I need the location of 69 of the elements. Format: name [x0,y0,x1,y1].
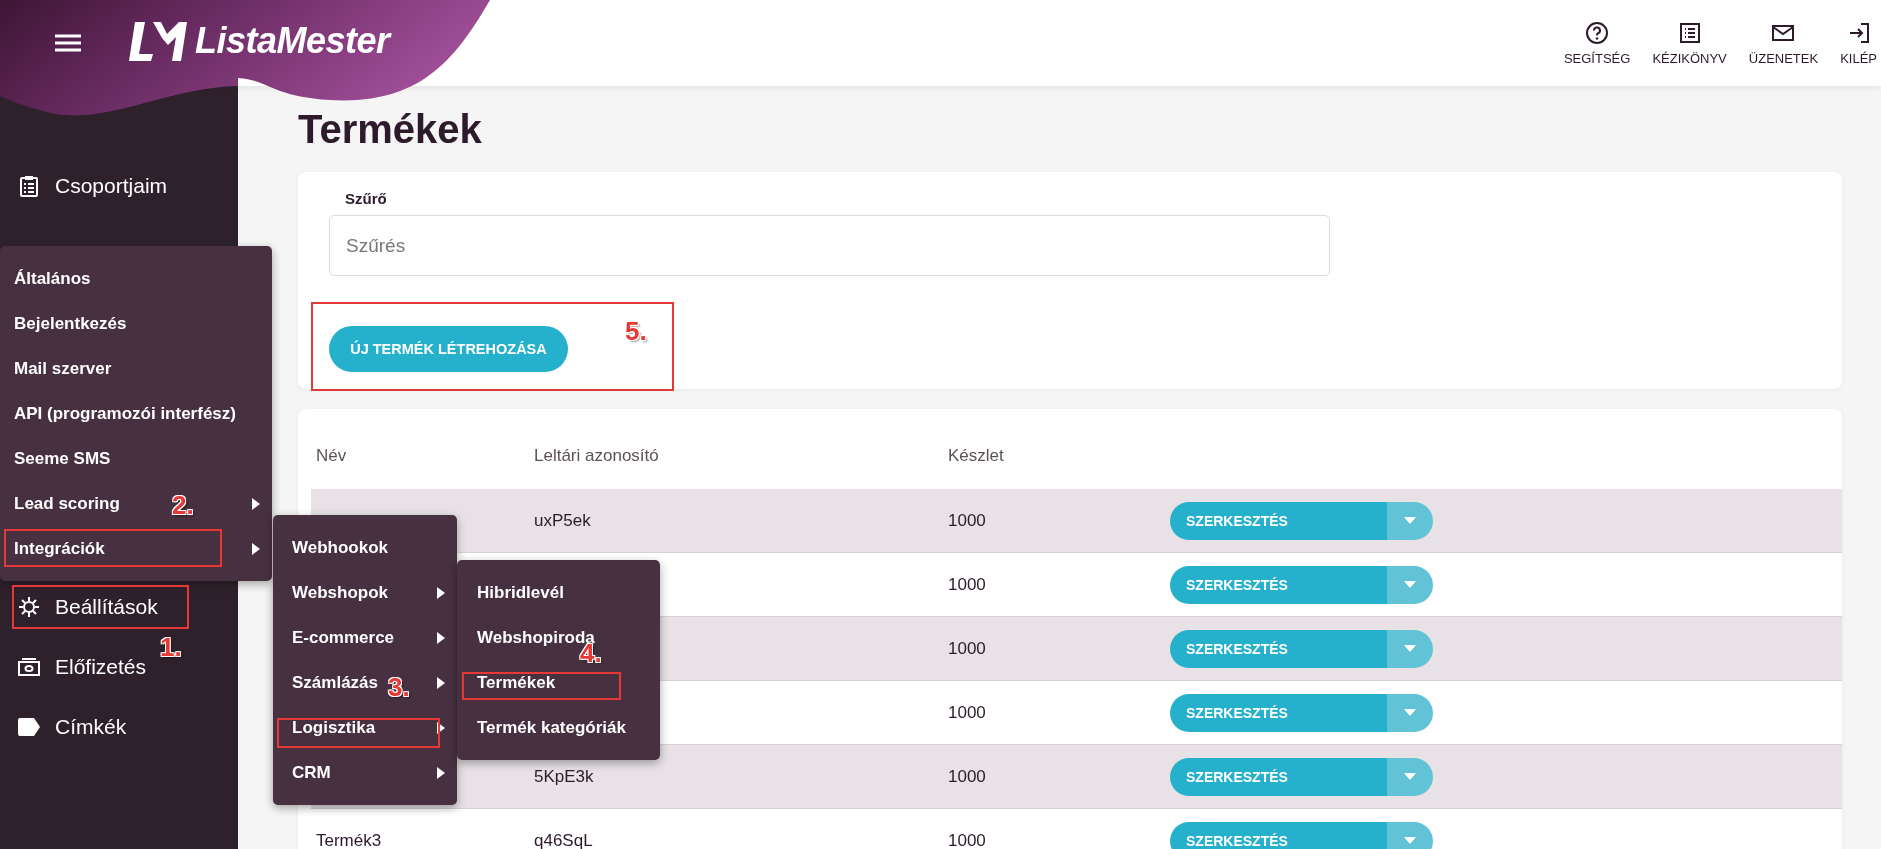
dropdown-button[interactable] [1387,629,1433,668]
dropdown-button[interactable] [1387,757,1433,796]
caret-icon [1404,837,1416,844]
table-cell-text: uxP5ek [533,510,591,530]
table-cell-text: 1000 [947,830,986,849]
menu-item[interactable]: Számlázás [292,672,378,693]
step-number: 2. [172,490,194,521]
dropdown-button[interactable] [1387,501,1433,540]
tag-icon [17,715,41,739]
table-cell-text: 1000 [947,510,986,530]
header-action[interactable]: KILÉP [1840,20,1877,66]
sidebar-item[interactable]: Beállítások [55,595,158,619]
table-cell-text: 1000 [947,766,986,786]
dropdown-button[interactable] [1387,565,1433,604]
caret-icon [1404,773,1416,780]
header-action[interactable]: KÉZIKÖNYV [1652,20,1727,66]
caret-icon [1404,517,1416,524]
menu-item[interactable]: Webshopok [292,582,389,603]
step-number: 1. [160,632,182,663]
header-action[interactable]: ÜZENETEK [1748,20,1819,66]
menu-item[interactable]: Hibridlevél [477,582,564,603]
action-label: ÜZENETEK [1748,50,1819,66]
table-cell-text: Termék3 [315,830,382,849]
dropdown-button[interactable] [1387,693,1433,732]
action-label: SEGÍTSÉG [1563,50,1631,66]
action-label: KÉZIKÖNYV [1652,50,1727,66]
help-icon [1585,20,1610,45]
action-label: KILÉP [1840,50,1877,66]
sidebar-item[interactable]: Csoportjaim [55,174,168,198]
menu-item[interactable]: API (programozói interfész) [14,403,236,424]
dropdown-button[interactable] [1387,821,1433,849]
menu-item[interactable]: Lead scoring [14,493,120,514]
banknote-icon [17,655,41,679]
step-number: 3. [388,672,410,703]
table-cell-text: 1000 [947,638,986,658]
step-number: 5. [625,316,647,347]
clipboard-icon [17,174,41,198]
table-cell-text: q46SqL [533,830,593,849]
menu-icon[interactable] [55,33,81,53]
menu-item[interactable]: Mail szerver [14,358,112,379]
list-icon [1677,20,1702,45]
menu-item[interactable]: Bejelentkezés [14,313,127,334]
menu-item[interactable]: Általános [14,268,91,289]
table-cell-text: 1000 [947,574,986,594]
menu-item[interactable]: Seeme SMS [14,448,111,469]
caret-icon [1404,645,1416,652]
menu-item[interactable]: Integrációk [14,538,105,559]
filter-field[interactable]: Szűrés [329,215,1330,276]
logo-text: ListaMester [195,20,390,62]
table-cell-text: 5KpE3k [533,766,594,786]
logo-mark-icon [129,20,187,62]
header-action[interactable]: SEGÍTSÉG [1563,20,1631,66]
table-cell-text: 1000 [947,702,986,722]
column-header: Leltári azonosító [533,446,660,466]
page-title: Termékek [298,106,483,153]
menu-item[interactable]: Logisztika [292,717,376,738]
column-header: Készlet [947,446,1005,466]
menu-item[interactable]: E-commerce [292,627,395,648]
menu-item[interactable]: Termék kategóriák [477,717,626,738]
column-header: Név [315,446,348,466]
filter-label: Szűrő [345,190,387,207]
menu-item[interactable]: Webhookok [292,537,389,558]
sidebar-item[interactable]: Előfizetés [55,655,147,679]
caret-icon [1404,709,1416,716]
settings-icon [17,595,41,619]
menu-item[interactable]: CRM [292,762,331,783]
menu-item[interactable]: Termékek [477,672,556,693]
caret-icon [1404,581,1416,588]
sidebar-item[interactable]: Címkék [55,715,127,739]
